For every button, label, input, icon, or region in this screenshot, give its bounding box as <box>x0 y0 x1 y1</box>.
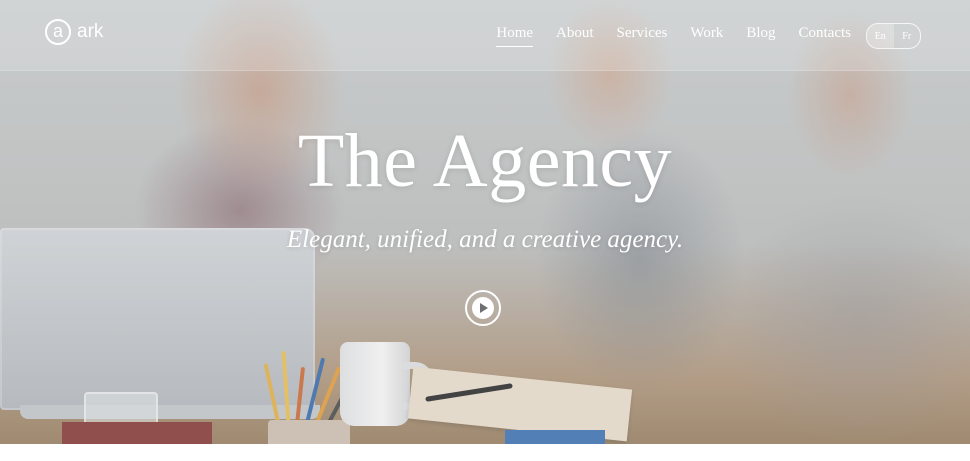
play-video-button[interactable] <box>465 290 501 326</box>
language-switcher: En Fr <box>866 23 921 49</box>
play-icon <box>472 297 494 319</box>
logo-text: ark <box>77 21 104 42</box>
nav-item-contacts[interactable]: Contacts <box>799 25 852 47</box>
nav-item-home[interactable]: Home <box>496 25 534 47</box>
logo[interactable]: a ark <box>45 19 103 45</box>
language-fr-button[interactable]: Fr <box>894 24 921 48</box>
nav-item-blog[interactable]: Blog <box>746 25 775 47</box>
nav-item-services[interactable]: Services <box>617 25 668 47</box>
hero-section: a ark Home About Services Work Blog Cont… <box>0 0 970 444</box>
hero-title: The Agency <box>297 119 673 203</box>
page-bottom-strip <box>0 444 970 461</box>
hero-subtitle: Elegant, unified, and a creative agency. <box>286 226 684 253</box>
nav-item-work[interactable]: Work <box>690 25 723 47</box>
main-menu: Home About Services Work Blog Contacts <box>473 25 851 47</box>
logo-mark: a <box>45 19 71 45</box>
navbar: a ark Home About Services Work Blog Cont… <box>0 0 970 71</box>
nav-item-about[interactable]: About <box>556 25 594 47</box>
language-en-button[interactable]: En <box>867 24 894 48</box>
